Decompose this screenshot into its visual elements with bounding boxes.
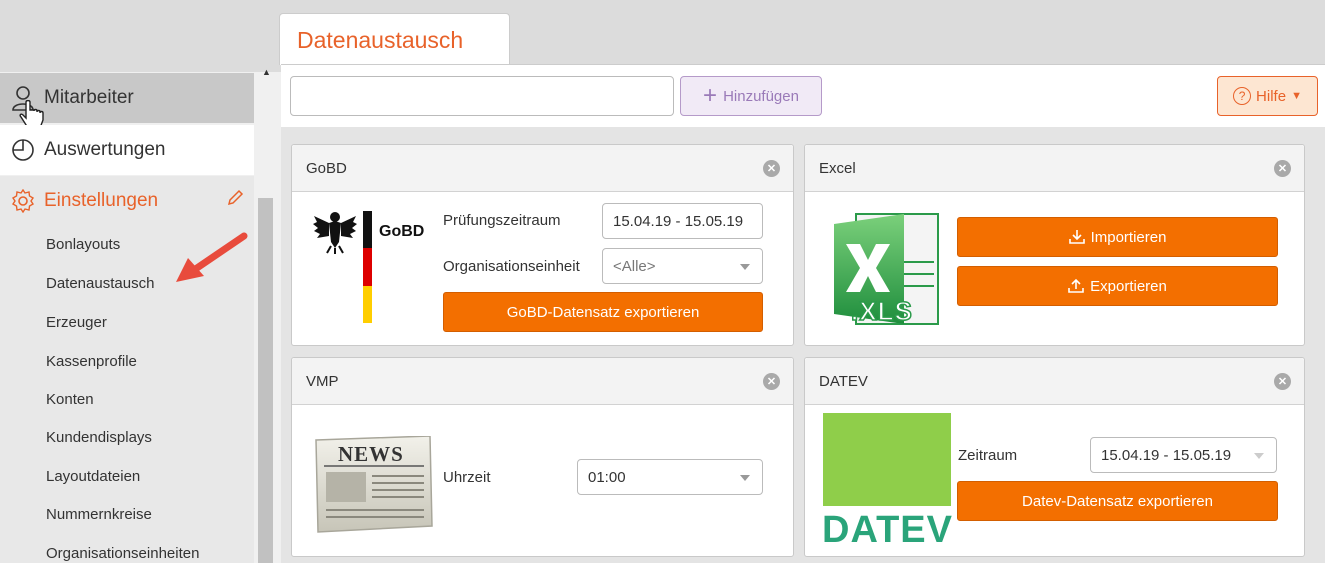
close-icon[interactable]: ✕ <box>1274 373 1291 390</box>
sidebar-subitem[interactable]: Organisationseinheiten <box>46 545 199 562</box>
help-button-label: Hilfe <box>1256 87 1287 105</box>
news-logo-text: NEWS <box>338 442 404 466</box>
sidebar-item-einstellungen[interactable]: Einstellungen <box>0 176 254 226</box>
scrollbar-thumb[interactable] <box>258 198 273 563</box>
datev-period-select[interactable]: 15.04.19 - 15.05.19 <box>1090 437 1277 473</box>
close-icon[interactable]: ✕ <box>763 373 780 390</box>
sidebar-item-label: Einstellungen <box>44 190 159 211</box>
german-flag-bar <box>363 211 372 323</box>
chevron-down-icon <box>1254 453 1264 459</box>
time-select[interactable]: 01:00 <box>577 459 763 495</box>
period-field[interactable]: 15.04.19 - 15.05.19 <box>602 203 763 239</box>
org-label: Organisationseinheit <box>443 258 580 275</box>
panel-header: Excel ✕ <box>805 145 1304 192</box>
caret-down-icon: ▼ <box>1291 90 1302 102</box>
question-icon: ? <box>1233 87 1252 105</box>
button-label: GoBD-Datensatz exportieren <box>506 303 700 321</box>
sidebar-subitem[interactable]: Erzeuger <box>46 314 107 331</box>
sidebar-subitem[interactable]: Kundendisplays <box>46 429 152 446</box>
org-select[interactable]: <Alle> <box>602 248 763 284</box>
gobd-export-button[interactable]: GoBD-Datensatz exportieren <box>443 292 763 332</box>
search-input[interactable] <box>290 76 674 116</box>
panel-title: VMP <box>306 372 339 390</box>
tab-label: Datenaustausch <box>297 27 464 53</box>
divider <box>281 64 1325 65</box>
import-button[interactable]: Importieren <box>957 217 1278 257</box>
time-label: Uhrzeit <box>443 469 491 486</box>
help-button[interactable]: ? Hilfe ▼ <box>1217 76 1318 116</box>
chevron-down-icon <box>740 475 750 481</box>
button-label: Exportieren <box>1090 277 1167 295</box>
panel-title: Excel <box>819 159 856 177</box>
gobd-logo-text: GoBD <box>379 223 425 240</box>
eagle-icon <box>313 212 357 254</box>
upload-icon <box>1068 278 1084 293</box>
excel-logo-text: .XLS <box>850 295 913 327</box>
sidebar-item-auswertungen[interactable]: Auswertungen <box>0 125 254 175</box>
sidebar-subitem[interactable]: Datenaustausch <box>46 275 154 292</box>
chevron-down-icon <box>740 264 750 270</box>
panel-title: DATEV <box>819 372 868 390</box>
time-value: 01:00 <box>588 468 626 486</box>
export-button[interactable]: Exportieren <box>957 266 1278 306</box>
button-label: Importieren <box>1090 228 1167 246</box>
sidebar-subitem[interactable]: Nummernkreise <box>46 506 152 523</box>
period-value: 15.04.19 - 15.05.19 <box>1101 446 1232 464</box>
sidebar-item-label: Mitarbeiter <box>44 87 134 108</box>
download-icon <box>1068 230 1085 244</box>
sidebar-subitem[interactable]: Bonlayouts <box>46 236 120 253</box>
annotation-arrow-icon <box>176 232 248 282</box>
period-label: Prüfungszeitraum <box>443 212 561 229</box>
org-value: <Alle> <box>613 257 656 275</box>
button-label: Datev-Datensatz exportieren <box>1022 492 1213 510</box>
tab-datenaustausch[interactable]: Datenaustausch <box>279 13 510 65</box>
panel-header: GoBD ✕ <box>292 145 793 192</box>
sidebar-subitem[interactable]: Kassenprofile <box>46 353 137 370</box>
panel-title: GoBD <box>306 159 347 177</box>
panel-header: DATEV ✕ <box>805 358 1304 405</box>
close-icon[interactable]: ✕ <box>763 160 780 177</box>
datev-export-button[interactable]: Datev-Datensatz exportieren <box>957 481 1278 521</box>
period-value: 15.04.19 - 15.05.19 <box>613 212 744 230</box>
datev-logo-block <box>823 413 951 506</box>
add-button[interactable]: + Hinzufügen <box>680 76 822 116</box>
sidebar-header <box>0 0 281 72</box>
scroll-up-icon[interactable]: ▲ <box>262 67 271 77</box>
pie-chart-icon <box>10 137 36 163</box>
sidebar-item-label: Auswertungen <box>44 139 166 160</box>
panel-header: VMP ✕ <box>292 358 793 405</box>
pencil-icon[interactable] <box>226 189 244 207</box>
sidebar-subitem[interactable]: Konten <box>46 391 94 408</box>
plus-icon: + <box>703 82 718 109</box>
datev-logo-text: DATEV <box>822 509 953 551</box>
sidebar-subitem[interactable]: Layoutdateien <box>46 468 140 485</box>
period-label: Zeitraum <box>958 447 1018 464</box>
close-icon[interactable]: ✕ <box>1274 160 1291 177</box>
gear-icon <box>10 188 36 214</box>
add-button-label: Hinzufügen <box>723 87 799 105</box>
